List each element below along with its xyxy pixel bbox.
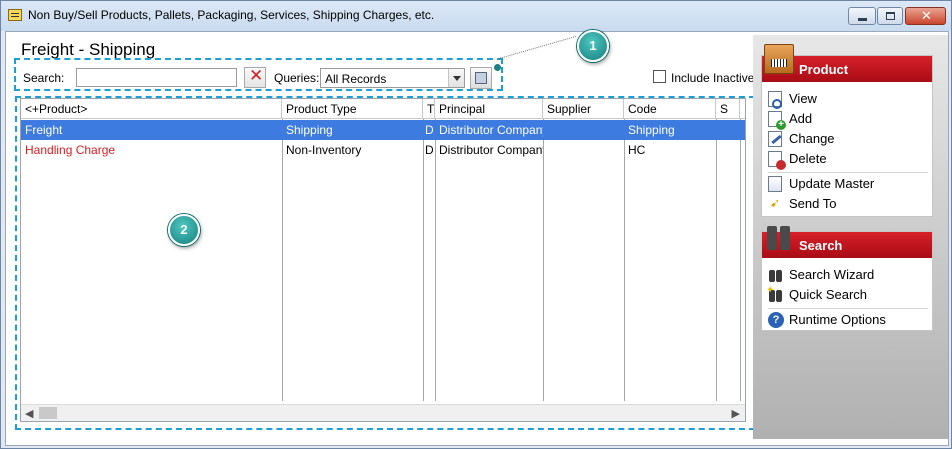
app-window: Non Buy/Sell Products, Pallets, Packagin… — [0, 0, 952, 449]
runtime-options-label: Runtime Options — [789, 312, 886, 327]
binoculars-large-icon — [766, 222, 792, 252]
help-icon: ? — [768, 312, 784, 328]
binoculars-icon — [768, 267, 782, 283]
callout-region-1 — [14, 58, 503, 91]
view-doc-icon — [768, 91, 782, 109]
maximize-icon — [886, 12, 895, 20]
minimize-icon — [858, 18, 867, 21]
callout-region-2 — [15, 96, 755, 430]
change-doc-icon — [768, 131, 782, 147]
action-sidebar: Product View Add Change Delete Update — [753, 35, 948, 439]
product-update-master-label: Update Master — [789, 176, 875, 191]
panel-divider — [768, 172, 928, 173]
add-doc-icon — [768, 111, 786, 130]
product-view-label: View — [789, 91, 817, 106]
product-box-icon — [764, 44, 794, 74]
search-panel-header: Search — [762, 226, 932, 258]
window-title: Non Buy/Sell Products, Pallets, Packagin… — [28, 8, 435, 22]
update-master-icon — [768, 176, 782, 192]
callout-badge-2: 2 — [168, 214, 200, 246]
search-panel-title: Search — [799, 238, 843, 253]
callout-anchor-dot — [494, 64, 501, 71]
minimize-button[interactable] — [848, 7, 876, 25]
page-title: Freight - Shipping — [21, 40, 156, 59]
product-panel-header: Product — [762, 44, 932, 82]
include-inactive-checkbox[interactable] — [653, 70, 666, 83]
search-wizard-label: Search Wizard — [789, 267, 875, 282]
product-change-label: Change — [789, 131, 835, 146]
quick-search-icon: ✦ — [766, 285, 782, 303]
close-button[interactable]: ✕ — [905, 7, 946, 25]
close-icon: ✕ — [921, 8, 932, 23]
maximize-button[interactable] — [877, 7, 903, 25]
product-add-label: Add — [789, 111, 813, 126]
product-delete-label: Delete — [789, 151, 827, 166]
app-icon — [8, 9, 22, 21]
product-send-to-label: Send To — [789, 196, 837, 211]
delete-doc-icon — [768, 151, 786, 170]
include-inactive-label: Include Inactive — [671, 71, 755, 85]
product-panel: Product View Add Change Delete Update — [761, 44, 933, 217]
quick-search-label: Quick Search — [789, 287, 868, 302]
title-bar[interactable]: Non Buy/Sell Products, Pallets, Packagin… — [1, 1, 951, 31]
send-to-icon: ➹ — [769, 196, 781, 210]
product-panel-title: Product — [799, 62, 849, 77]
callout-badge-1: 1 — [577, 30, 609, 62]
panel-divider — [768, 308, 928, 309]
search-panel: Search Search Wizard ✦ Quick Search ? Ru… — [761, 226, 933, 331]
